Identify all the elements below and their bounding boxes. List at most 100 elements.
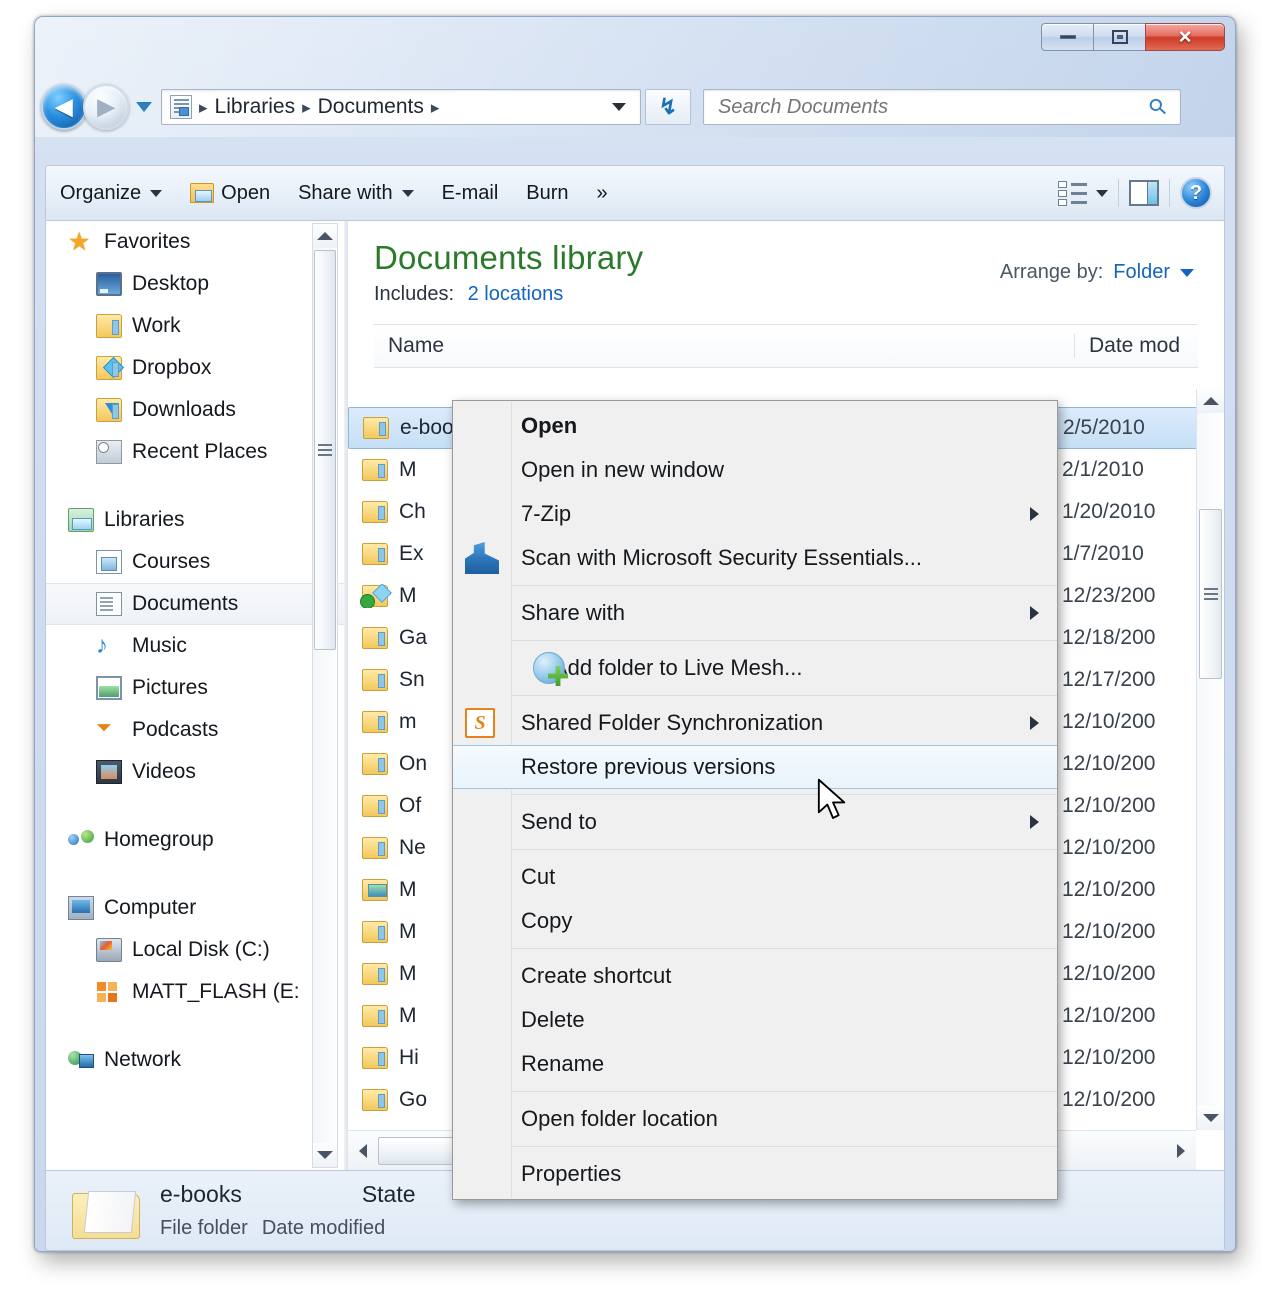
details-text: e-books State File folder Date modified <box>160 1177 416 1244</box>
menu-item-open[interactable]: Open <box>453 404 1057 448</box>
forward-button[interactable]: ▶ <box>83 84 129 130</box>
sidebar-item-label: Desktop <box>132 272 209 296</box>
menu-item-properties[interactable]: Properties <box>453 1152 1057 1196</box>
refresh-button[interactable]: ↯ <box>645 89 691 125</box>
sidebar-item-courses[interactable]: Courses <box>46 541 344 583</box>
menu-item-cut[interactable]: Cut <box>453 855 1057 899</box>
breadcrumb-separator[interactable]: ▸ <box>302 99 311 116</box>
email-button[interactable]: E-mail <box>428 173 513 213</box>
toolbar-overflow-button[interactable]: » <box>583 173 622 213</box>
sidebar-item-desktop[interactable]: Desktop <box>46 263 344 305</box>
sidebar-item-downloads[interactable]: Downloads <box>46 389 344 431</box>
file-name-label: On <box>399 752 427 776</box>
share-with-label: Share with <box>298 182 393 205</box>
sidebar-item-computer[interactable]: Computer <box>46 887 344 929</box>
folder-icon <box>362 753 388 775</box>
sidebar-item-matt-flash[interactable]: MATT_FLASH (E: <box>46 971 344 1013</box>
breadcrumb-separator[interactable]: ▸ <box>199 99 208 116</box>
menu-item-create-shortcut[interactable]: Create shortcut <box>453 954 1057 998</box>
menu-item-rename[interactable]: Rename <box>453 1042 1057 1086</box>
star-icon: ★ <box>68 230 94 254</box>
scrollbar-grip-icon <box>318 441 332 459</box>
back-button[interactable]: ◀ <box>41 84 87 130</box>
breadcrumb-documents[interactable]: Documents <box>318 95 424 119</box>
help-icon[interactable]: ? <box>1180 177 1212 209</box>
sidebar-item-podcasts[interactable]: ⏷ Podcasts <box>46 709 344 751</box>
dropbox-folder-icon <box>96 356 122 380</box>
menu-item-label: Scan with Microsoft Security Essentials.… <box>521 545 922 571</box>
sidebar-item-videos[interactable]: Videos <box>46 751 344 793</box>
file-list-scrollbar[interactable] <box>1196 389 1224 1130</box>
sidebar-item-pictures[interactable]: Pictures <box>46 667 344 709</box>
maximize-button[interactable] <box>1093 23 1145 51</box>
menu-item-7-zip[interactable]: 7-Zip <box>453 492 1057 536</box>
sidebar-item-libraries[interactable]: Libraries <box>46 499 344 541</box>
sidebar-item-work[interactable]: Work <box>46 305 344 347</box>
sidebar-item-label: Favorites <box>104 230 190 254</box>
search-input[interactable] <box>716 95 1150 120</box>
open-label: Open <box>221 182 270 205</box>
menu-item-copy[interactable]: Copy <box>453 899 1057 943</box>
share-with-button[interactable]: Share with <box>284 173 428 213</box>
sidebar-scrollbar[interactable] <box>312 223 338 1168</box>
menu-item-open-folder-location[interactable]: Open folder location <box>453 1097 1057 1141</box>
music-library-icon: ♪ <box>96 634 122 658</box>
arrange-by-control[interactable]: Arrange by: Folder <box>1000 261 1194 284</box>
close-button[interactable]: × <box>1145 23 1225 51</box>
menu-item-shared-folder-synchronization[interactable]: S Shared Folder Synchronization <box>453 701 1057 745</box>
sidebar-item-label: Videos <box>132 760 196 784</box>
live-mesh-icon <box>533 652 565 684</box>
menu-item-scan-with-security-essentials[interactable]: Scan with Microsoft Security Essentials.… <box>453 536 1057 580</box>
open-button[interactable]: Open <box>176 173 284 213</box>
scroll-down-button[interactable] <box>313 1143 337 1167</box>
sidebar-item-homegroup[interactable]: Homegroup <box>46 819 344 861</box>
breadcrumb-separator[interactable]: ▸ <box>431 99 440 116</box>
address-bar[interactable]: ▸ Libraries ▸ Documents ▸ <box>161 89 641 125</box>
organize-button[interactable]: Organize <box>46 173 176 213</box>
menu-item-restore-previous-versions[interactable]: Restore previous versions <box>453 745 1057 789</box>
preview-pane-icon[interactable] <box>1129 180 1159 206</box>
menu-item-share-with[interactable]: Share with <box>453 591 1057 635</box>
scroll-right-button[interactable] <box>1166 1144 1196 1158</box>
file-name-label: M <box>399 962 417 986</box>
details-state-label: State <box>362 1177 416 1213</box>
sidebar-item-label: Downloads <box>132 398 236 422</box>
file-name-label: Ex <box>399 542 424 566</box>
sidebar-item-music[interactable]: ♪ Music <box>46 625 344 667</box>
chevron-down-icon[interactable] <box>612 103 626 111</box>
sidebar-item-recent-places[interactable]: Recent Places <box>46 431 344 473</box>
menu-item-add-folder-to-live-mesh[interactable]: Add folder to Live Mesh... <box>453 646 1057 690</box>
sidebar-group-gap <box>46 473 344 499</box>
sidebar-scrollbar-thumb[interactable] <box>314 250 336 650</box>
column-header-date-modified[interactable]: Date mod <box>1074 334 1198 358</box>
sidebar-item-local-disk[interactable]: Local Disk (C:) <box>46 929 344 971</box>
sidebar-item-favorites[interactable]: ★ Favorites <box>46 221 344 263</box>
column-header-name[interactable]: Name <box>374 334 1074 358</box>
chevron-up-icon <box>317 232 333 240</box>
menu-item-label: Share with <box>521 600 625 626</box>
scroll-up-button[interactable] <box>313 224 337 248</box>
scroll-up-button[interactable] <box>1197 389 1224 413</box>
view-list-icon[interactable] <box>1058 180 1088 206</box>
file-list-scrollbar-thumb[interactable] <box>1199 509 1222 679</box>
arrange-by-value[interactable]: Folder <box>1113 261 1170 284</box>
recent-pages-dropdown-icon[interactable] <box>136 102 152 112</box>
menu-item-send-to[interactable]: Send to <box>453 800 1057 844</box>
minimize-button[interactable] <box>1041 23 1093 51</box>
includes-locations-link[interactable]: 2 locations <box>468 283 564 305</box>
breadcrumb-libraries[interactable]: Libraries <box>215 95 296 119</box>
scroll-down-button[interactable] <box>1197 1106 1224 1130</box>
folder-icon <box>362 543 388 565</box>
sidebar-item-dropbox[interactable]: Dropbox <box>46 347 344 389</box>
sidebar-item-documents[interactable]: Documents <box>46 583 344 625</box>
burn-button[interactable]: Burn <box>512 173 582 213</box>
menu-item-open-in-new-window[interactable]: Open in new window <box>453 448 1057 492</box>
chevron-down-icon <box>150 190 162 197</box>
search-box[interactable]: ⚲ <box>703 89 1181 125</box>
sidebar-item-network[interactable]: Network <box>46 1039 344 1081</box>
network-icon <box>68 1048 94 1072</box>
menu-item-delete[interactable]: Delete <box>453 998 1057 1042</box>
toolbar-divider <box>1169 179 1170 207</box>
view-chevron-down-icon[interactable] <box>1096 190 1108 197</box>
scroll-left-button[interactable] <box>348 1144 378 1158</box>
